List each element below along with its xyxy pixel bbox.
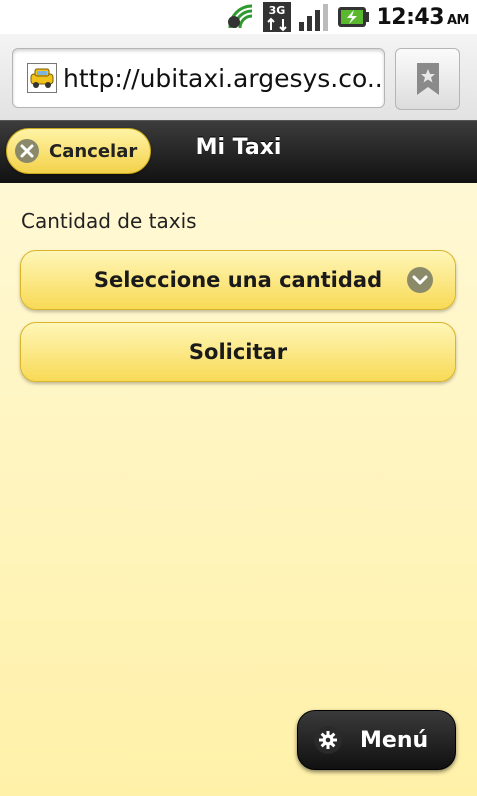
quantity-label: Cantidad de taxis: [21, 209, 197, 233]
chevron-down-icon: [407, 267, 433, 293]
clock-time: 12:43: [376, 4, 444, 30]
request-button[interactable]: Solicitar: [20, 322, 456, 382]
svg-text:3G: 3G: [269, 4, 286, 17]
status-bar: 3G 12:43 AM: [0, 0, 477, 34]
wifi-signal-icon: [228, 4, 253, 29]
menu-label: Menú: [360, 727, 429, 753]
cell-signal-icon: [299, 4, 329, 31]
main-content: Cantidad de taxis Seleccione una cantida…: [0, 183, 477, 796]
browser-toolbar: http://ubitaxi.argesys.co...: [0, 34, 477, 121]
page-title: Mi Taxi: [195, 135, 282, 160]
bookmark-icon: [416, 63, 439, 95]
url-text: http://ubitaxi.argesys.co...: [63, 63, 385, 93]
taxi-favicon-icon: [27, 63, 57, 93]
quantity-select[interactable]: Seleccione una cantidad: [20, 250, 456, 310]
quantity-select-value: Seleccione una cantidad: [93, 268, 383, 292]
clock-ampm: AM: [447, 12, 470, 28]
3g-data-icon: 3G: [263, 2, 292, 32]
battery-charging-icon: [338, 7, 370, 27]
request-label: Solicitar: [188, 340, 288, 364]
url-bar[interactable]: http://ubitaxi.argesys.co...: [12, 48, 385, 108]
app-header: Cancelar Mi Taxi: [0, 120, 477, 184]
status-icons: 3G 12:43 AM: [226, 0, 470, 34]
status-time: 12:43 AM: [376, 5, 469, 30]
menu-button[interactable]: Menú: [297, 710, 456, 770]
bookmark-button[interactable]: [395, 48, 460, 110]
gear-icon: [314, 726, 342, 754]
